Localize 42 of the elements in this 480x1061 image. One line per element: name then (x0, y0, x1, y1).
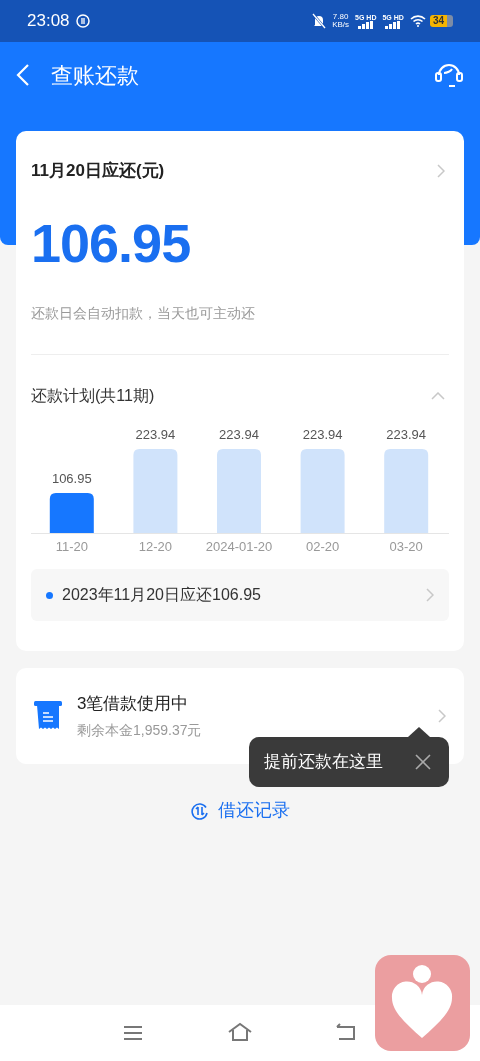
summary-row[interactable]: 2023年11月20日应还106.95 (31, 569, 449, 621)
close-icon[interactable] (415, 754, 431, 770)
back-nav-icon[interactable] (335, 1023, 357, 1041)
remaining-principal: 剩余本金1,959.37元 (77, 721, 202, 741)
network-speed-unit: KB/s (332, 21, 350, 29)
axis-label: 2024-01-20 (205, 539, 273, 554)
signal-icon (357, 20, 374, 29)
swap-icon (190, 801, 209, 820)
axis-label: 11-20 (55, 539, 88, 554)
receipt-icon (34, 701, 62, 731)
notification-icon (75, 14, 90, 28)
bar-value-label: 223.94 (135, 427, 176, 442)
loans-title: 3笔借款使用中 (77, 692, 190, 715)
axis-label: 02-20 (306, 539, 340, 554)
back-icon[interactable] (16, 63, 30, 87)
clock: 23:08 (27, 10, 70, 33)
mute-icon (312, 13, 327, 29)
plan-title: 还款计划(共11期) (31, 386, 155, 406)
bar-value-label: 223.94 (302, 427, 343, 442)
chevron-right-icon (426, 588, 434, 602)
wifi-icon (409, 15, 426, 27)
menu-icon[interactable] (123, 1025, 143, 1041)
network-speed: 7.80 (332, 13, 349, 21)
customer-service-icon[interactable] (434, 61, 464, 89)
bar[interactable] (49, 492, 94, 533)
summary-text: 2023年11月20日应还106.95 (62, 585, 261, 605)
chevron-right-icon (438, 709, 446, 723)
bar-value-label: 223.94 (219, 427, 259, 442)
axis-label: 12-20 (138, 539, 173, 554)
chevron-right-icon (437, 164, 445, 178)
home-icon[interactable] (227, 1022, 253, 1042)
bar-value-label: 223.94 (386, 427, 427, 442)
battery-icon: 34 (429, 15, 453, 27)
axis-label: 03-20 (389, 539, 423, 554)
bar-value-label: 106.95 (51, 470, 92, 486)
due-amount: 106.95 (31, 212, 192, 275)
floating-app-icon[interactable] (375, 955, 470, 1051)
auto-debit-note: 还款日会自动扣款，当天也可主动还 (31, 304, 256, 323)
history-link[interactable]: 借还记录 (190, 797, 290, 824)
page-title: 查账还款 (51, 61, 139, 90)
due-date-title: 11月20日应还(元) (31, 160, 165, 183)
signal-icon (385, 20, 402, 29)
